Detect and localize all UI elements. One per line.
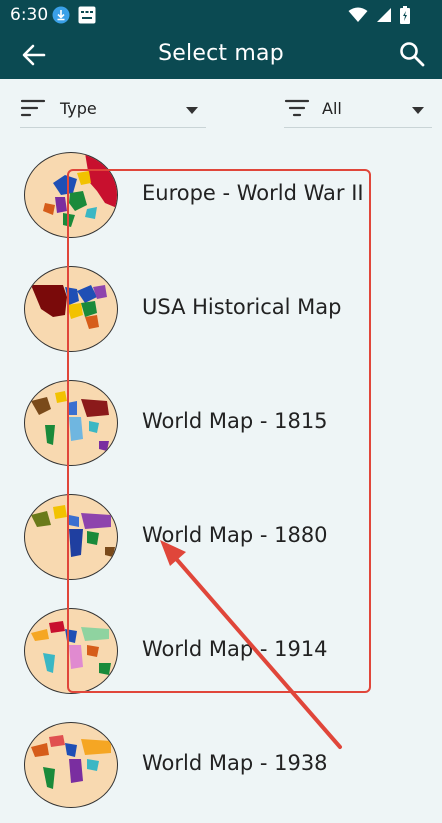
status-bar: 6:30: [0, 0, 442, 30]
status-time: 6:30: [10, 5, 49, 25]
annotation-highlight-box: [67, 169, 371, 693]
app-bar: Select map: [0, 30, 442, 79]
filter-bar: Type All: [0, 79, 442, 139]
chevron-down-icon: [412, 107, 424, 114]
sort-icon: [20, 99, 46, 117]
wifi-icon: [348, 7, 368, 22]
type-dropdown-label: Type: [60, 99, 97, 118]
filter-icon: [284, 99, 310, 117]
battery-icon: [400, 6, 410, 24]
download-icon: [52, 6, 70, 24]
list-item[interactable]: World Map - 1938: [0, 709, 442, 823]
keyboard-icon: [78, 6, 96, 24]
type-dropdown[interactable]: Type: [20, 91, 206, 128]
map-thumbnail: [24, 722, 118, 808]
category-dropdown[interactable]: All: [284, 91, 432, 128]
map-title: World Map - 1938: [142, 751, 328, 775]
page-title: Select map: [158, 41, 284, 66]
signal-icon: [377, 8, 391, 22]
chevron-down-icon: [186, 107, 198, 114]
category-dropdown-label: All: [322, 99, 342, 118]
search-icon[interactable]: [398, 40, 426, 68]
